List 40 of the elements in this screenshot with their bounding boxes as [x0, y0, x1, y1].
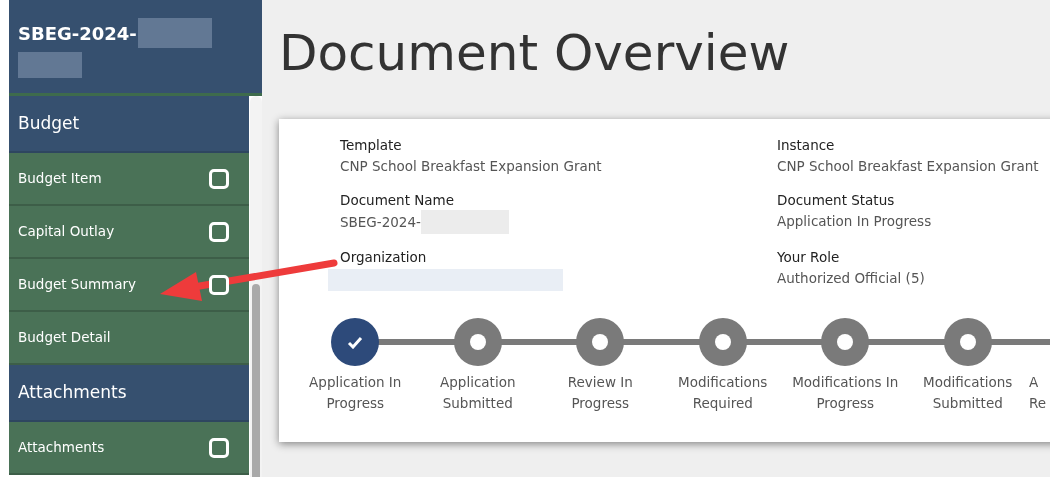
field-label: Document Name — [340, 191, 456, 210]
field-value: CNP School Breakfast Expansion Grant — [340, 157, 602, 176]
scrollbar-thumb[interactable] — [252, 284, 260, 477]
field-value: SBEG-2024- — [340, 213, 421, 232]
redaction-block — [18, 52, 82, 78]
page-title: Document Overview — [279, 23, 791, 84]
checkbox[interactable] — [209, 168, 230, 189]
step-label: Modifications In Progress — [792, 373, 899, 413]
sidebar-item[interactable]: Capital Outlay — [9, 206, 250, 259]
field-label: Your Role — [777, 248, 841, 267]
step-label: Modifications Required — [678, 373, 768, 413]
item-label: Budget Detail — [18, 328, 111, 348]
sidebar-item[interactable]: Budget Detail — [9, 312, 250, 365]
sidebar-item[interactable]: Budget Item — [9, 153, 250, 206]
field-label: Document Status — [777, 191, 896, 210]
step-label: Application Submitted — [440, 373, 516, 413]
checkbox[interactable] — [209, 221, 230, 242]
field-value: CNP School Breakfast Expansion Grant — [777, 157, 1039, 176]
item-label: Budget Item — [18, 169, 102, 189]
scrollbar[interactable] — [250, 96, 262, 477]
check-icon — [347, 335, 364, 349]
item-label: Capital Outlay — [18, 222, 115, 242]
step-label: Application In Progress — [309, 373, 402, 413]
item-label: Attachments — [18, 438, 105, 458]
document-id: SBEG-2024- — [18, 21, 137, 46]
field-label: Template — [340, 136, 403, 155]
item-label: Budget Summary — [18, 275, 137, 295]
checkbox[interactable] — [209, 437, 230, 458]
field-value: Application In Progress — [777, 212, 932, 231]
step-label: Modifications Submitted — [923, 373, 1013, 413]
sidebar-section-heading[interactable]: Budget — [9, 96, 250, 153]
field-label: Instance — [777, 136, 836, 155]
sidebar-item[interactable]: Budget Summary — [9, 259, 250, 312]
step-label: A Re — [1029, 373, 1047, 413]
field-value: Authorized Official (5) — [777, 269, 925, 288]
field-label: Organization — [340, 248, 428, 267]
sidebar-section-heading[interactable]: Attachments — [9, 365, 250, 422]
checkbox[interactable] — [209, 274, 230, 295]
step-label: Review In Progress — [567, 373, 633, 413]
sidebar-item[interactable]: Attachments — [9, 422, 250, 475]
